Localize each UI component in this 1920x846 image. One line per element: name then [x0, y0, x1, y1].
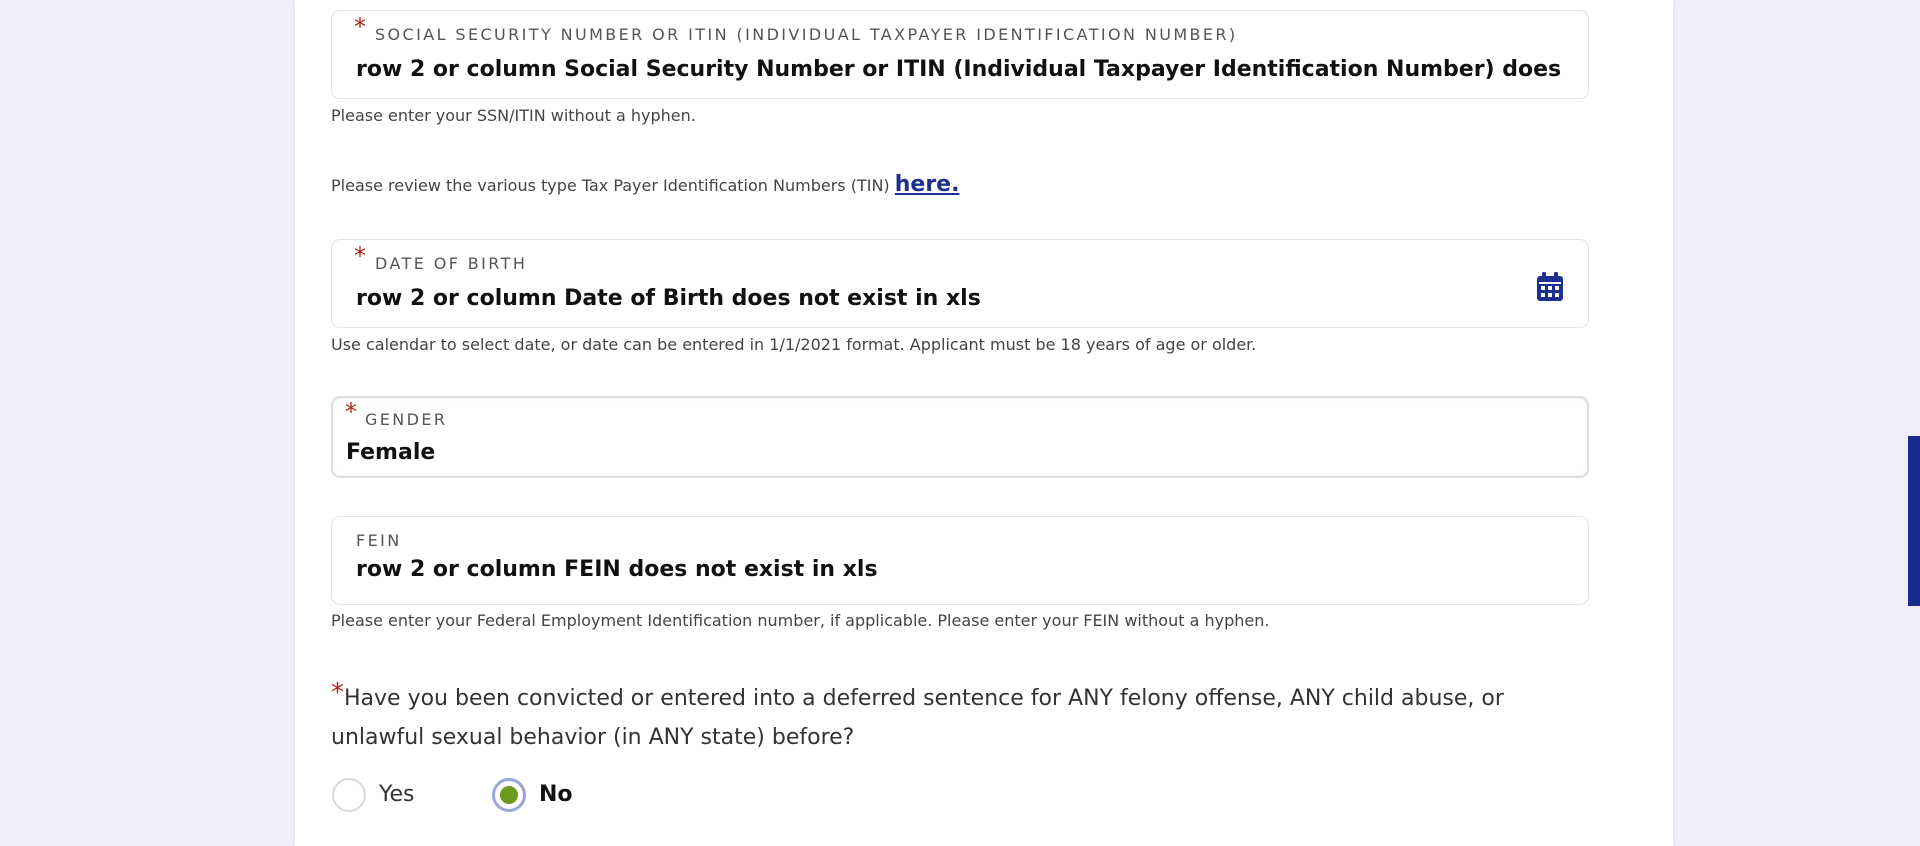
- form-panel: * SOCIAL SECURITY NUMBER OR ITIN (INDIVI…: [295, 0, 1673, 846]
- ssn-label: SOCIAL SECURITY NUMBER OR ITIN (INDIVIDU…: [375, 25, 1238, 44]
- radio-yes-label[interactable]: Yes: [379, 782, 415, 807]
- ssn-field[interactable]: * SOCIAL SECURITY NUMBER OR ITIN (INDIVI…: [331, 10, 1589, 99]
- ssn-input[interactable]: row 2 or column Social Security Number o…: [356, 57, 1568, 82]
- tin-review-text: Please review the various type Tax Payer…: [331, 172, 959, 197]
- gender-label: GENDER: [365, 410, 448, 429]
- calendar-icon[interactable]: [1536, 272, 1564, 302]
- felony-question: *Have you been convicted or entered into…: [331, 674, 1571, 757]
- gender-select[interactable]: * GENDER Female: [331, 396, 1589, 478]
- fein-input[interactable]: row 2 or column FEIN does not exist in x…: [356, 557, 1568, 582]
- required-marker: *: [331, 678, 344, 708]
- dob-field[interactable]: * DATE OF BIRTH row 2 or column Date of …: [331, 239, 1589, 328]
- dob-input[interactable]: row 2 or column Date of Birth does not e…: [356, 286, 1506, 311]
- fein-label: FEIN: [356, 531, 402, 550]
- scrollbar-thumb[interactable]: [1908, 436, 1920, 606]
- fein-hint: Please enter your Federal Employment Ide…: [331, 611, 1270, 630]
- tin-here-link[interactable]: here.: [895, 172, 960, 197]
- required-marker: *: [354, 242, 366, 270]
- gender-selected-value: Female: [346, 440, 436, 465]
- dob-label: DATE OF BIRTH: [375, 254, 528, 273]
- dob-hint: Use calendar to select date, or date can…: [331, 335, 1257, 354]
- fein-field[interactable]: FEIN row 2 or column FEIN does not exist…: [331, 516, 1589, 605]
- required-marker: *: [345, 398, 357, 426]
- felony-question-text: Have you been convicted or entered into …: [331, 686, 1504, 750]
- required-marker: *: [354, 13, 366, 41]
- ssn-hint: Please enter your SSN/ITIN without a hyp…: [331, 106, 696, 125]
- radio-no[interactable]: [492, 778, 526, 812]
- tin-review-label: Please review the various type Tax Payer…: [331, 176, 890, 195]
- radio-yes[interactable]: [332, 778, 366, 812]
- radio-no-label[interactable]: No: [539, 782, 573, 807]
